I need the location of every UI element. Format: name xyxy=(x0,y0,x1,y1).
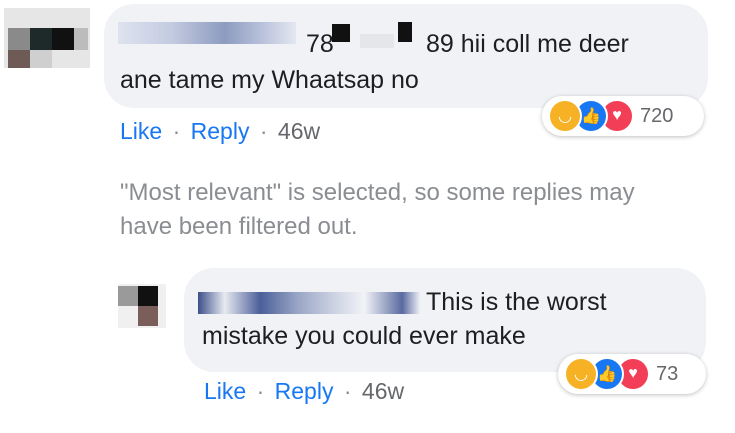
comment-actions: Like · Reply · 46w xyxy=(120,118,320,145)
reply-link[interactable]: Reply xyxy=(275,378,334,404)
comment-text-prefix: 78 xyxy=(306,30,334,58)
commenter-avatar[interactable] xyxy=(4,8,90,68)
separator: · xyxy=(256,378,265,404)
replier-name-blurred[interactable] xyxy=(198,292,420,314)
separator: · xyxy=(343,378,352,404)
reply-actions: Like · Reply · 46w xyxy=(204,378,404,405)
haha-emoji-icon: ◡ xyxy=(564,357,598,391)
reply-text-line2: mistake you could ever make xyxy=(202,322,526,350)
comment-text-suffix: 89 hii coll me deer xyxy=(426,30,629,58)
like-link[interactable]: Like xyxy=(120,118,162,144)
comment-reactions[interactable]: ◡ 👍 ♥ 720 xyxy=(542,96,704,136)
redacted-block xyxy=(360,34,394,48)
redacted-block xyxy=(398,22,412,42)
reply-link[interactable]: Reply xyxy=(191,118,250,144)
comment-age[interactable]: 46w xyxy=(278,118,320,144)
reply-age[interactable]: 46w xyxy=(362,378,404,404)
comment-bubble: 78 89 hii coll me deer ane tame my Whaat… xyxy=(104,4,708,108)
redacted-block xyxy=(332,24,350,42)
commenter-name-blurred[interactable] xyxy=(118,22,296,44)
like-link[interactable]: Like xyxy=(204,378,246,404)
separator: · xyxy=(172,118,181,144)
reply-text-line1: This is the worst xyxy=(426,288,607,316)
filter-notice-line1: "Most relevant" is selected, so some rep… xyxy=(120,179,635,206)
replier-avatar[interactable] xyxy=(118,284,166,328)
filter-notice-line2: have been filtered out. xyxy=(120,213,358,240)
reply-reactions[interactable]: ◡ 👍 ♥ 73 xyxy=(558,354,706,394)
haha-emoji-icon: ◡ xyxy=(548,99,582,133)
comment-text-line2: ane tame my Whaatsap no xyxy=(120,66,419,94)
reaction-count: 73 xyxy=(656,362,679,385)
separator: · xyxy=(259,118,268,144)
reaction-count: 720 xyxy=(640,104,674,127)
